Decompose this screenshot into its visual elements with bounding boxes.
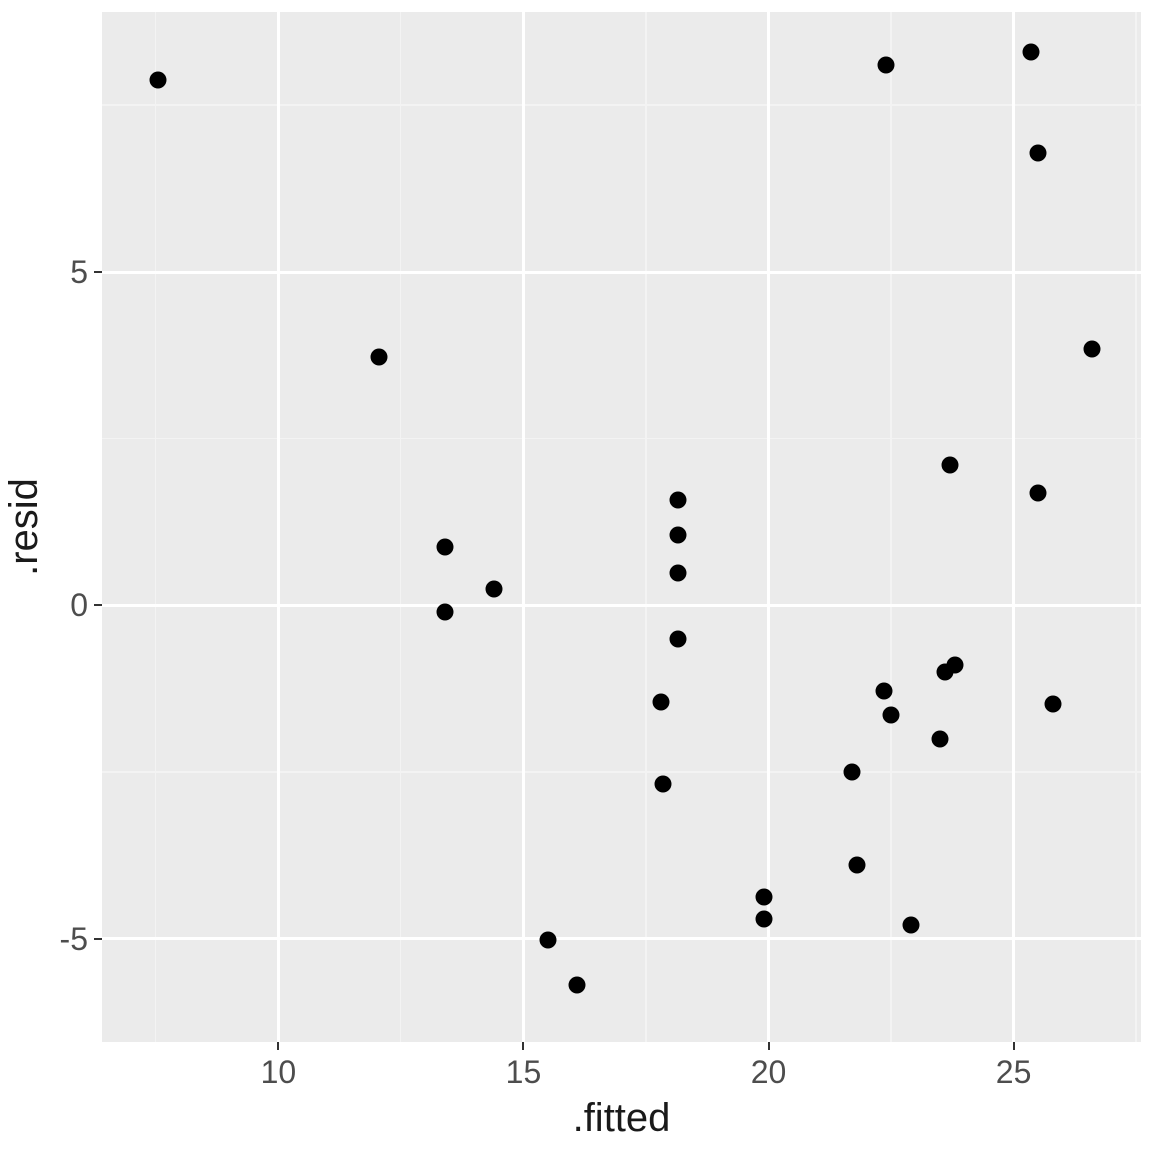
- data-point: [539, 932, 556, 949]
- data-point: [437, 604, 454, 621]
- data-point: [669, 630, 686, 647]
- data-point: [848, 857, 865, 874]
- data-point: [902, 917, 919, 934]
- data-point: [843, 764, 860, 781]
- data-point: [1030, 485, 1047, 502]
- x-gridline-minor: [400, 12, 402, 1042]
- x-tick-mark: [768, 1042, 770, 1050]
- x-axis-title: .fitted: [573, 1098, 671, 1138]
- x-gridline-minor: [155, 12, 157, 1042]
- x-tick-label: 10: [261, 1056, 297, 1088]
- data-point: [1030, 145, 1047, 162]
- x-tick-label: 15: [506, 1056, 542, 1088]
- data-point: [437, 538, 454, 555]
- data-point: [878, 57, 895, 74]
- plot-panel: [102, 12, 1141, 1042]
- y-tick-mark: [94, 604, 102, 606]
- y-tick-mark: [94, 271, 102, 273]
- data-point: [875, 682, 892, 699]
- y-tick-label: 5: [70, 256, 88, 288]
- data-point: [669, 565, 686, 582]
- data-point: [755, 889, 772, 906]
- y-gridline-minor: [102, 771, 1141, 773]
- y-gridline-major: [102, 937, 1141, 940]
- x-gridline-major: [522, 12, 525, 1042]
- data-point: [652, 694, 669, 711]
- data-point: [655, 776, 672, 793]
- y-gridline-minor: [102, 438, 1141, 440]
- data-point: [486, 580, 503, 597]
- x-tick-mark: [1013, 1042, 1015, 1050]
- data-point: [946, 657, 963, 674]
- data-point: [669, 527, 686, 544]
- data-point: [883, 707, 900, 724]
- y-tick-mark: [94, 938, 102, 940]
- data-point: [370, 349, 387, 366]
- data-point: [1083, 340, 1100, 357]
- x-gridline-major: [767, 12, 770, 1042]
- data-point: [1022, 44, 1039, 61]
- data-point: [932, 730, 949, 747]
- data-point: [669, 492, 686, 509]
- x-tick-label: 20: [751, 1056, 787, 1088]
- y-gridline-major: [102, 271, 1141, 274]
- y-tick-label: -5: [60, 923, 88, 955]
- data-point: [569, 977, 586, 994]
- x-gridline-minor: [890, 12, 892, 1042]
- y-tick-label: 0: [70, 589, 88, 621]
- y-axis-title: .resid: [4, 478, 44, 576]
- x-tick-mark: [277, 1042, 279, 1050]
- y-gridline-major: [102, 604, 1141, 607]
- y-gridline-minor: [102, 104, 1141, 106]
- x-gridline-minor: [645, 12, 647, 1042]
- data-point: [755, 910, 772, 927]
- x-gridline-major: [1012, 12, 1015, 1042]
- data-point: [1044, 696, 1061, 713]
- x-gridline-major: [277, 12, 280, 1042]
- x-tick-mark: [522, 1042, 524, 1050]
- scatter-chart: .fitted .resid 10 15 20 25 -5 0 5: [0, 0, 1152, 1152]
- data-point: [150, 72, 167, 89]
- x-gridline-minor: [1135, 12, 1137, 1042]
- data-point: [941, 457, 958, 474]
- x-tick-label: 25: [996, 1056, 1032, 1088]
